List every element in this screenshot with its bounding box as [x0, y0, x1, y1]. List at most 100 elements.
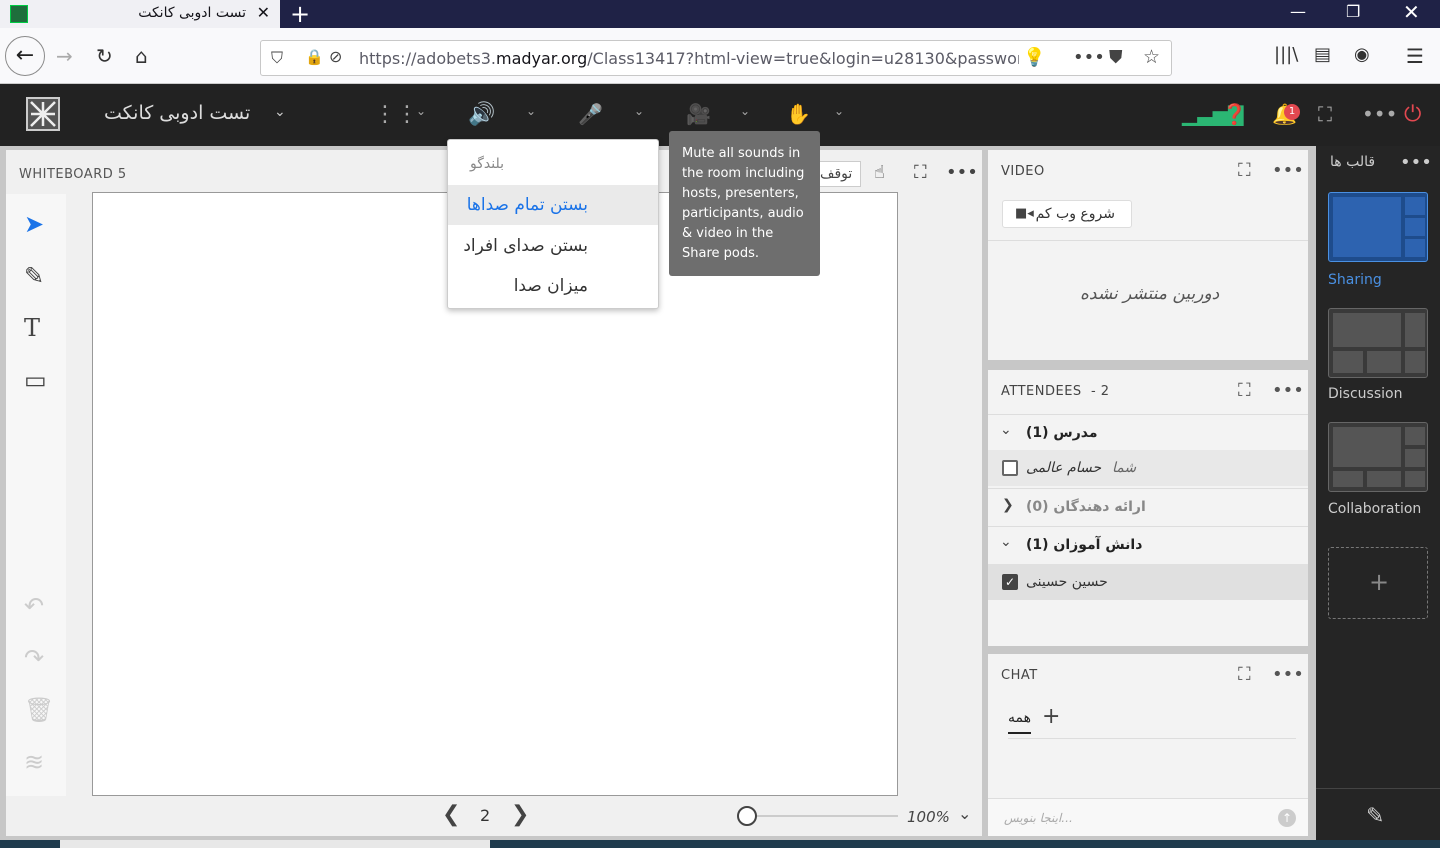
browser-tab[interactable]: تست ادوبی کانکت ✕	[0, 0, 280, 28]
restore-icon[interactable]: ❐	[1346, 2, 1360, 21]
attendee-name: حسام عالمی	[1026, 460, 1102, 476]
plus-icon: +	[1369, 568, 1390, 596]
connect-logo-icon[interactable]	[26, 97, 60, 131]
pod-options-icon[interactable]: •••	[1272, 664, 1304, 685]
speaker-icon[interactable]: 🔊	[468, 102, 495, 127]
maximize-pod-icon[interactable]: ⛶	[1238, 380, 1251, 401]
url-bar[interactable]: ⛉ 🔒 ⊘ https://adobets3.madyar.org/Class1…	[260, 40, 1172, 76]
next-page-icon[interactable]: ❯	[511, 802, 529, 827]
you-label: شما	[1112, 460, 1137, 476]
attendee-checkbox-checked[interactable]: ✓	[1002, 574, 1018, 590]
account-icon[interactable]: ◉	[1354, 44, 1370, 65]
prev-page-icon[interactable]: ❮	[442, 802, 460, 827]
chat-input[interactable]: ...اینجا بنویس	[1004, 811, 1073, 825]
redo-icon[interactable]: ↷	[24, 644, 44, 672]
no-camera-message: دوربین منتشر نشده	[1080, 284, 1220, 304]
edit-layouts-icon[interactable]: ✎	[1366, 804, 1384, 829]
text-tool-icon[interactable]: T	[24, 314, 40, 342]
url-text: https://adobets3.madyar.org/Class13417?h…	[359, 49, 1019, 68]
layers-icon[interactable]: ≋	[24, 748, 44, 776]
layout-discussion-label[interactable]: Discussion	[1328, 386, 1402, 402]
microphone-chevron-icon[interactable]: ⌄	[634, 104, 644, 118]
minimize-icon[interactable]: —	[1290, 2, 1306, 21]
student-group-header[interactable]: ⌄ دانش آموزان (1)	[988, 526, 1308, 562]
presenter-group-header[interactable]: ❯ ارائه دهندگان (0)	[988, 488, 1308, 524]
camera-icon[interactable]: 🎥	[686, 102, 711, 126]
zoom-slider-thumb[interactable]	[737, 806, 757, 826]
host-group-label: مدرس (1)	[1026, 425, 1098, 441]
add-chat-tab-icon[interactable]: +	[1042, 704, 1060, 729]
raise-hand-icon[interactable]: ✋	[786, 102, 811, 126]
mute-individuals-item[interactable]: بستن صدای افراد	[463, 236, 588, 256]
forward-icon[interactable]: →	[56, 44, 73, 68]
layouts-options-icon[interactable]: •••	[1400, 152, 1432, 173]
undo-icon[interactable]: ↶	[24, 592, 44, 620]
room-title[interactable]: تست ادوبی کانکت	[104, 102, 250, 124]
maximize-pod-icon[interactable]: ⛶	[914, 162, 927, 183]
select-tool-icon[interactable]: ➤	[24, 210, 44, 238]
layouts-bar: قالب ها ••• Sharing Discussion Collabora…	[1316, 146, 1440, 848]
more-options-icon[interactable]: •••	[1362, 102, 1397, 126]
apps-grid-icon[interactable]: ⋮⋮	[374, 102, 418, 127]
video-pod: VIDEO ⛶ ••• ■◂ شروع وب کم دوربین منتشر ن…	[988, 150, 1308, 360]
sidebar-icon[interactable]: ▤	[1314, 44, 1331, 65]
pod-options-icon[interactable]: •••	[1272, 160, 1304, 181]
speaker-menu: بلندگو بستن تمام صداها بستن صدای افراد م…	[447, 139, 659, 309]
zoom-slider-track[interactable]	[746, 815, 898, 817]
home-icon[interactable]: ⌂	[135, 44, 148, 68]
window-close-icon[interactable]: ✕	[1403, 0, 1420, 24]
menu-icon[interactable]: ☰	[1406, 44, 1424, 68]
chevron-down-icon: ⌄	[1000, 422, 1012, 438]
layout-collaboration-card[interactable]	[1328, 422, 1428, 492]
volume-item[interactable]: میزان صدا	[514, 276, 588, 296]
lock-icon[interactable]: 🔒	[305, 48, 324, 66]
new-tab-icon[interactable]: +	[290, 0, 310, 28]
back-icon[interactable]: ←	[5, 36, 45, 76]
chat-input-area[interactable]: ...اینجا بنویس ↑	[988, 798, 1308, 836]
attendee-checkbox[interactable]	[1002, 460, 1018, 476]
chat-tab-everyone[interactable]: همه	[1008, 710, 1031, 734]
layout-collaboration-label[interactable]: Collaboration	[1328, 501, 1421, 517]
close-tab-icon[interactable]: ✕	[257, 3, 270, 22]
pointer-icon[interactable]: ☝	[874, 162, 885, 183]
attendee-row[interactable]: ✓ حسین حسینی	[988, 564, 1308, 600]
zoom-chevron-icon[interactable]: ⌄	[958, 804, 971, 823]
permissions-icon[interactable]: ⊘	[329, 47, 342, 66]
host-group-header[interactable]: ⌄ مدرس (1)	[988, 414, 1308, 450]
maximize-pod-icon[interactable]: ⛶	[1238, 160, 1251, 181]
layout-sharing-label[interactable]: Sharing	[1328, 272, 1382, 288]
status-chevron-icon[interactable]: ⌄	[834, 104, 844, 118]
apps-chevron-icon[interactable]: ⌄	[416, 104, 426, 118]
more-actions-icon[interactable]: •••	[1073, 47, 1105, 68]
browser-tab-bar: تست ادوبی کانکت ✕ + — ❐ ✕	[0, 0, 1440, 28]
start-webcam-button[interactable]: ■◂ شروع وب کم	[1002, 200, 1132, 228]
attendee-row[interactable]: حسام عالمی شما	[988, 450, 1308, 486]
speaker-chevron-icon[interactable]: ⌄	[526, 104, 536, 118]
help-icon[interactable]: ❓	[1222, 102, 1247, 126]
power-icon[interactable]: ⏻	[1404, 102, 1421, 127]
layout-sharing-card[interactable]	[1328, 192, 1428, 262]
pod-options-icon[interactable]: •••	[1272, 380, 1304, 401]
mute-all-sounds-item[interactable]: بستن تمام صداها	[448, 185, 658, 225]
send-icon[interactable]: ↑	[1278, 809, 1296, 827]
trash-icon[interactable]: 🗑	[24, 696, 54, 724]
bookmark-star-icon[interactable]: ☆	[1143, 46, 1160, 68]
pencil-tool-icon[interactable]: ✎	[24, 262, 44, 290]
room-menu-chevron-icon[interactable]: ⌄	[274, 104, 286, 120]
pocket-icon[interactable]: ⛊	[1109, 47, 1123, 68]
layouts-title: قالب ها	[1330, 154, 1376, 170]
video-title: VIDEO	[1001, 164, 1045, 179]
fullscreen-icon[interactable]: ⛶	[1318, 102, 1332, 126]
camera-chevron-icon[interactable]: ⌄	[740, 104, 750, 118]
shape-tool-icon[interactable]: ▭	[24, 366, 47, 394]
pod-options-icon[interactable]: •••	[946, 162, 978, 183]
add-layout-button[interactable]: +	[1328, 547, 1428, 619]
lightbulb-icon[interactable]: 💡	[1023, 47, 1045, 68]
shield-icon[interactable]: ⛉	[271, 48, 283, 68]
reload-icon[interactable]: ↻	[96, 44, 113, 68]
library-icon[interactable]: |||\	[1274, 44, 1298, 65]
layout-discussion-card[interactable]	[1328, 308, 1428, 378]
mute-all-sounds-label: بستن تمام صداها	[466, 195, 588, 215]
maximize-pod-icon[interactable]: ⛶	[1238, 664, 1251, 685]
microphone-icon[interactable]: 🎤	[578, 102, 603, 126]
